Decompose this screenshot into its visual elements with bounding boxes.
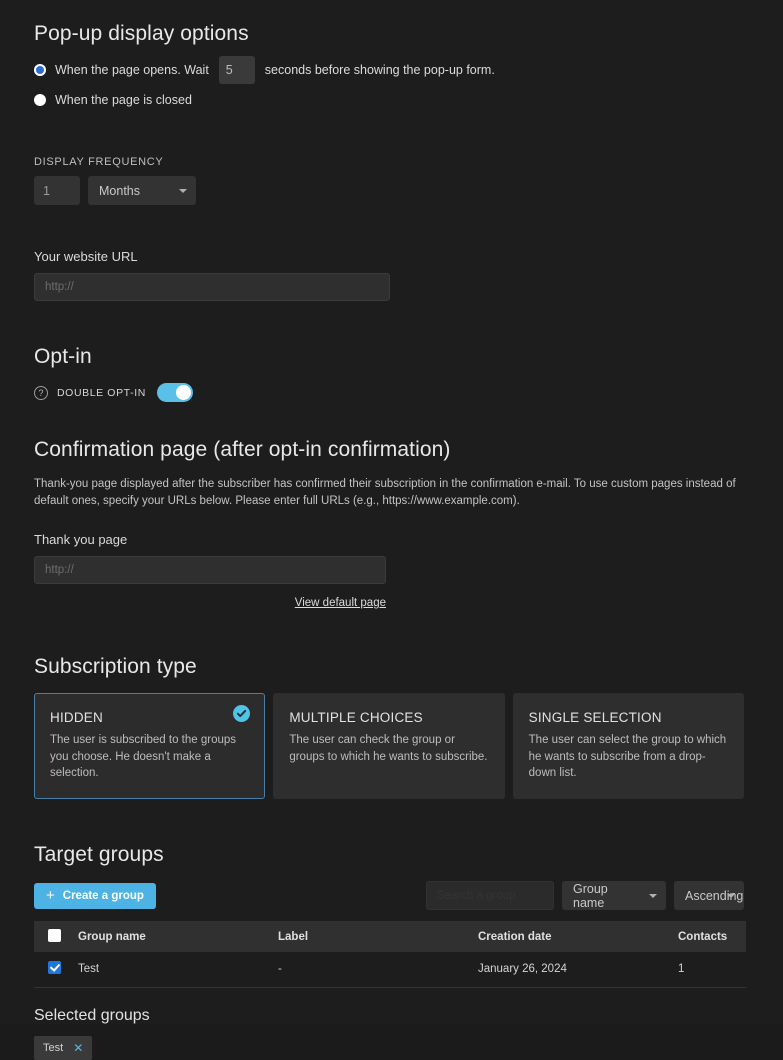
subscription-card-single-selection-desc: The user can select the group to which h…: [528, 734, 727, 779]
row-select-cell: [34, 952, 72, 988]
subscription-card-multiple-choices-title: MULTIPLE CHOICES: [289, 710, 423, 725]
subscription-card-multiple-choices-desc: The user can check the group or groups t…: [289, 734, 488, 763]
double-optin-label: DOUBLE OPT-IN: [57, 386, 146, 399]
double-optin-row: ? DOUBLE OPT-IN: [34, 383, 744, 402]
question-circle-icon[interactable]: ?: [34, 385, 48, 400]
radio-option-page-closed[interactable]: When the page is closed: [34, 90, 744, 110]
column-header-label[interactable]: Label: [272, 921, 472, 952]
confirmation-page-section: Confirmation page (after opt-in confirma…: [34, 438, 744, 611]
radio-page-opens-label-post: seconds before showing the pop-up form.: [264, 63, 495, 77]
subscription-card-single-selection-title: SINGLE SELECTION: [528, 710, 662, 725]
page-title: Pop-up display options: [34, 22, 249, 45]
groups-table-header: Group name Label Creation date Contacts: [34, 921, 746, 952]
view-default-page-row: View default page: [34, 593, 386, 611]
subscription-card-multiple-choices[interactable]: MULTIPLE CHOICES The user can check the …: [273, 693, 505, 799]
table-row[interactable]: Test - January 26, 2024 1: [34, 952, 746, 988]
selected-groups-title: Selected groups: [34, 1006, 150, 1024]
sort-field-select[interactable]: Group name: [562, 881, 666, 910]
display-frequency-section: DISPLAY FREQUENCY Months: [34, 156, 744, 205]
subscription-type-section: Subscription type HIDDEN The user is sub…: [34, 655, 744, 799]
display-frequency-label: DISPLAY FREQUENCY: [34, 156, 164, 168]
view-default-page-link[interactable]: View default page: [295, 597, 386, 609]
chevron-down-icon: [727, 893, 735, 898]
target-groups-section: Target groups + Create a group Group nam…: [34, 843, 746, 988]
column-header-creation-date[interactable]: Creation date: [472, 921, 672, 952]
create-group-button-label: Create a group: [62, 889, 144, 902]
row-creation-date: January 26, 2024: [472, 952, 672, 988]
sort-direction-select[interactable]: Ascending: [674, 881, 744, 910]
website-url-input[interactable]: [34, 273, 390, 301]
radio-page-opens-icon[interactable]: [34, 64, 46, 76]
popup-display-options-section: Pop-up display options When the page ope…: [34, 22, 744, 110]
display-frequency-controls: Months: [34, 176, 744, 205]
thank-you-page-input[interactable]: [34, 556, 386, 584]
target-groups-title: Target groups: [34, 843, 164, 866]
wait-seconds-input[interactable]: [218, 56, 255, 84]
row-group-name: Test: [72, 952, 272, 988]
subscription-card-hidden-title: HIDDEN: [50, 710, 103, 725]
display-frequency-count-input[interactable]: [34, 176, 80, 205]
selected-group-chip: Test ✕: [34, 1035, 93, 1060]
double-optin-toggle[interactable]: [156, 383, 193, 402]
confirmation-page-title: Confirmation page (after opt-in confirma…: [34, 438, 451, 461]
select-all-checkbox[interactable]: [48, 928, 61, 942]
thank-you-page-label: Thank you page: [34, 532, 128, 547]
create-group-button[interactable]: + Create a group: [34, 882, 156, 909]
sort-field-value: Group name: [573, 881, 608, 910]
table-header-row: Group name Label Creation date Contacts: [34, 921, 746, 952]
target-groups-filters: Group name Ascending: [426, 881, 744, 910]
subscription-card-single-selection[interactable]: SINGLE SELECTION The user can select the…: [512, 693, 744, 799]
column-header-contacts[interactable]: Contacts: [672, 921, 746, 952]
groups-table-body: Test - January 26, 2024 1: [34, 952, 746, 988]
website-url-label: Your website URL: [34, 249, 138, 264]
optin-title: Opt-in: [34, 345, 92, 368]
website-url-section: Your website URL: [34, 249, 744, 301]
subscription-card-hidden-desc: The user is subscribed to the groups you…: [50, 734, 237, 779]
subscription-card-hidden[interactable]: HIDDEN The user is subscribed to the gro…: [34, 693, 266, 799]
plus-icon: +: [46, 887, 55, 904]
radio-page-closed-icon[interactable]: [34, 94, 46, 106]
selected-group-chip-label: Test: [43, 1041, 64, 1054]
radio-option-page-opens[interactable]: When the page opens. Wait seconds before…: [34, 56, 744, 84]
selected-groups-section: Selected groups Test ✕: [34, 1007, 744, 1060]
optin-section: Opt-in ? DOUBLE OPT-IN: [34, 345, 744, 402]
display-frequency-unit-value: Months: [99, 183, 140, 198]
close-icon[interactable]: ✕: [73, 1042, 83, 1054]
subscription-type-title: Subscription type: [34, 655, 197, 678]
row-label: -: [272, 952, 472, 988]
row-contacts: 1: [672, 952, 746, 988]
confirmation-page-description: Thank-you page displayed after the subsc…: [34, 478, 736, 507]
display-frequency-unit-select[interactable]: Months: [88, 176, 196, 205]
chevron-down-icon: [179, 188, 187, 193]
chevron-down-icon: [649, 893, 657, 898]
radio-page-opens-label-pre: When the page opens. Wait: [55, 63, 209, 77]
column-header-group-name[interactable]: Group name: [72, 921, 272, 952]
groups-table: Group name Label Creation date Contacts …: [34, 921, 746, 988]
radio-page-closed-label: When the page is closed: [55, 93, 192, 107]
target-groups-toolbar: + Create a group Group name Ascending: [34, 881, 744, 910]
select-all-header: [34, 921, 72, 952]
row-checkbox[interactable]: [48, 961, 61, 975]
toggle-knob: [175, 385, 191, 400]
settings-page: Pop-up display options When the page ope…: [0, 0, 783, 1060]
search-group-input[interactable]: [426, 881, 554, 910]
subscription-type-cards: HIDDEN The user is subscribed to the gro…: [34, 693, 744, 799]
